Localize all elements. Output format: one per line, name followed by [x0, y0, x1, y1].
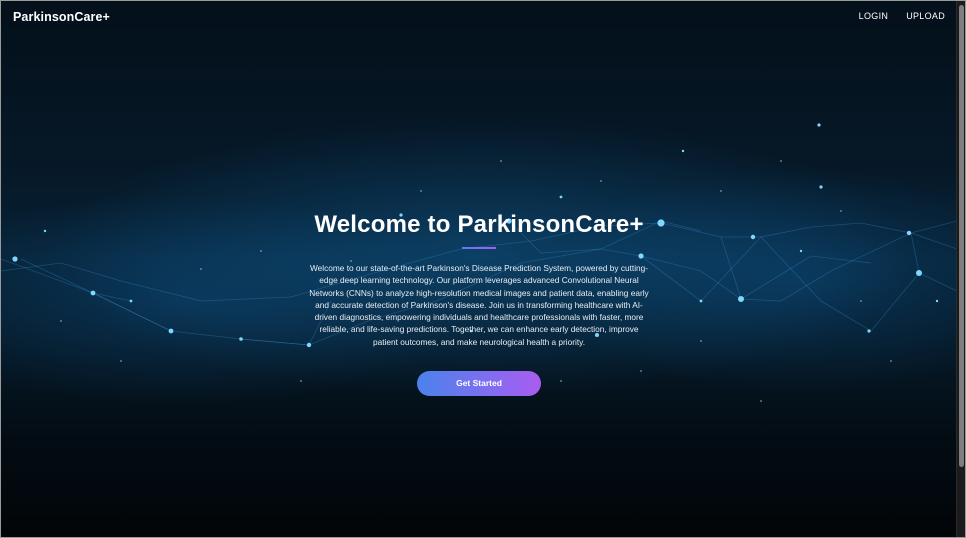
get-started-button[interactable]: Get Started: [417, 371, 541, 397]
vertical-scrollbar[interactable]: [956, 1, 965, 537]
hero-description: Welcome to our state-of-the-art Parkinso…: [309, 263, 649, 347]
hero-title: Welcome to ParkinsonCare+: [314, 211, 644, 238]
page-viewport: ParkinsonCare+ LOGIN UPLOAD Welcome to P…: [1, 1, 957, 537]
login-link[interactable]: LOGIN: [859, 11, 889, 21]
hero-section: Welcome to ParkinsonCare+ Welcome to our…: [1, 211, 957, 397]
browser-window: ParkinsonCare+ LOGIN UPLOAD Welcome to P…: [0, 0, 966, 538]
scrollbar-thumb[interactable]: [959, 5, 964, 467]
navbar: ParkinsonCare+ LOGIN UPLOAD: [1, 1, 957, 33]
upload-link[interactable]: UPLOAD: [906, 11, 945, 21]
title-underline: [462, 247, 496, 249]
brand-logo[interactable]: ParkinsonCare+: [13, 10, 110, 24]
nav-links: LOGIN UPLOAD: [859, 11, 945, 21]
